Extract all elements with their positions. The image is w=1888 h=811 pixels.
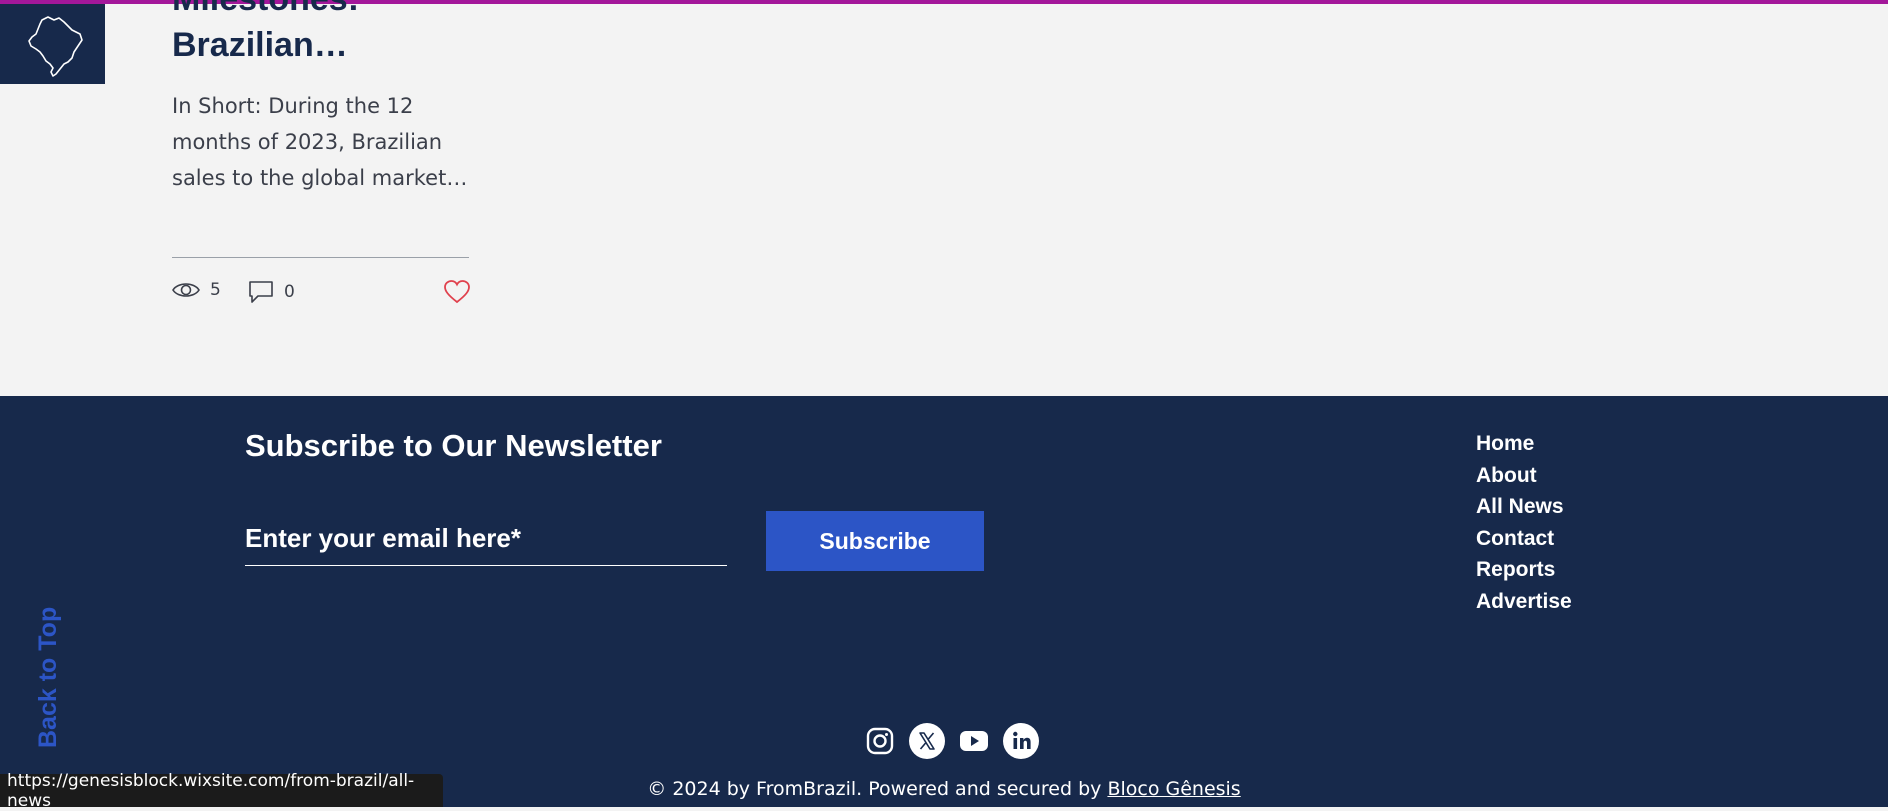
views-count: 5 bbox=[210, 280, 221, 300]
email-input[interactable]: Enter your email here* bbox=[245, 521, 727, 566]
copyright-text: © 2024 by FromBrazil. Powered and secure… bbox=[647, 778, 1108, 800]
site-logo[interactable] bbox=[0, 4, 105, 84]
footer-nav: Home About All News Contact Reports Adve… bbox=[1476, 428, 1572, 617]
subscribe-button[interactable]: Subscribe bbox=[766, 511, 984, 571]
x-icon[interactable] bbox=[909, 723, 945, 759]
footer-nav-reports[interactable]: Reports bbox=[1476, 554, 1572, 586]
post-excerpt[interactable]: In Short: During the 12 months of 2023, … bbox=[172, 88, 482, 196]
footer-nav-about[interactable]: About bbox=[1476, 460, 1572, 492]
comments-count: 0 bbox=[284, 282, 295, 302]
status-bar-url: https://genesisblock.wixsite.com/from-br… bbox=[0, 771, 443, 811]
comment-icon bbox=[249, 281, 273, 303]
newsletter-title: Subscribe to Our Newsletter bbox=[245, 428, 662, 463]
eye-icon bbox=[172, 283, 200, 297]
social-icons bbox=[862, 723, 1039, 759]
footer-nav-contact[interactable]: Contact bbox=[1476, 523, 1572, 555]
footer-nav-home[interactable]: Home bbox=[1476, 428, 1572, 460]
youtube-icon[interactable] bbox=[956, 723, 992, 759]
linkedin-icon[interactable] bbox=[1003, 723, 1039, 759]
views-stat: 5 bbox=[172, 280, 221, 300]
comments-stat[interactable]: 0 bbox=[248, 280, 295, 304]
post-divider bbox=[172, 257, 469, 258]
instagram-icon[interactable] bbox=[862, 723, 898, 759]
footer-nav-advertise[interactable]: Advertise bbox=[1476, 586, 1572, 618]
site-footer: Subscribe to Our Newsletter Enter your e… bbox=[0, 396, 1888, 807]
back-to-top-link[interactable]: Back to Top bbox=[34, 607, 63, 748]
heart-icon bbox=[444, 280, 470, 304]
post-title[interactable]: Milestones: Brazilian… bbox=[172, 0, 532, 68]
post-stats: 5 0 bbox=[172, 280, 470, 308]
brazil-map-icon bbox=[28, 16, 83, 77]
footer-nav-all-news[interactable]: All News bbox=[1476, 491, 1572, 523]
bloco-genesis-link[interactable]: Bloco Gênesis bbox=[1107, 778, 1240, 800]
like-button[interactable] bbox=[444, 280, 470, 309]
